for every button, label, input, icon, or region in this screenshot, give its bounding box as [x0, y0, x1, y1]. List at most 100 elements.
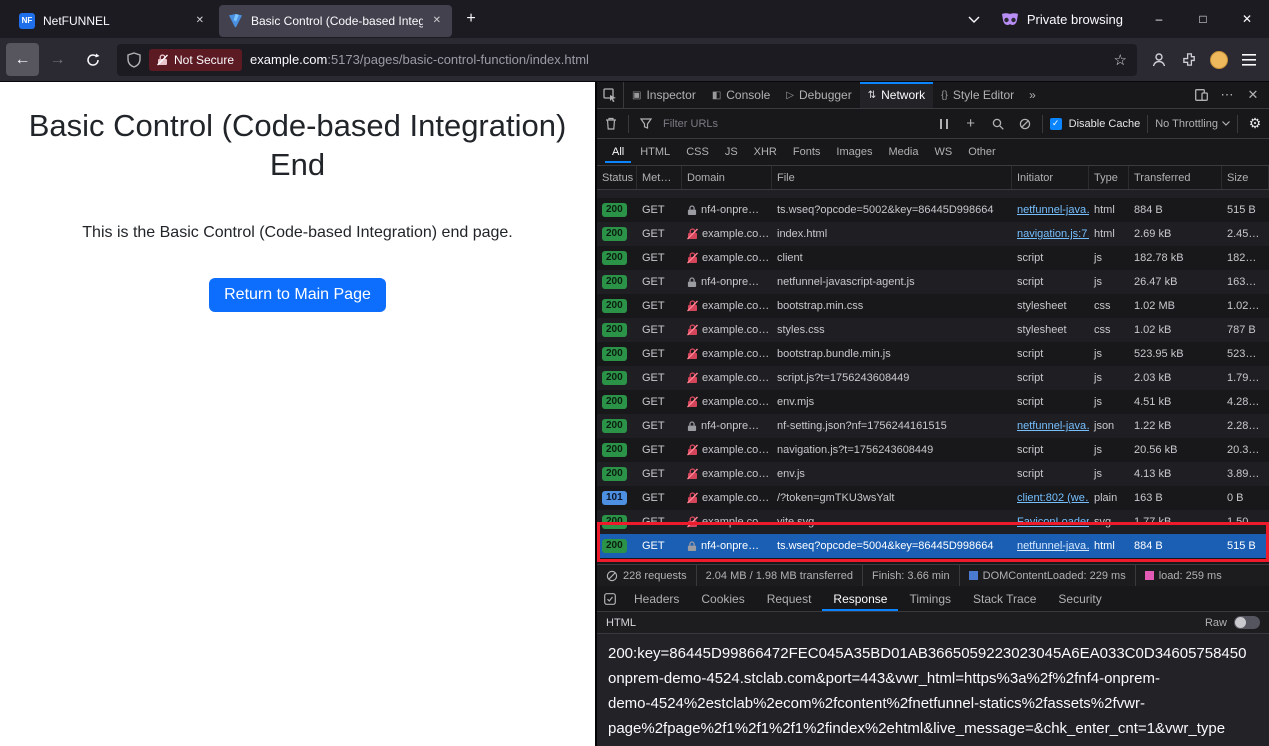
detail-tab-headers[interactable]: Headers — [623, 586, 690, 611]
extensions-icon[interactable] — [1175, 46, 1203, 74]
initiator-link[interactable]: netfunnel-java… — [1017, 204, 1089, 216]
cell-transferred: 1.02 MB — [1129, 294, 1222, 318]
filter-xhr[interactable]: XHR — [747, 141, 784, 163]
tracking-shield-icon[interactable] — [127, 52, 141, 68]
detail-tab-cookies[interactable]: Cookies — [690, 586, 755, 611]
detail-tab-security[interactable]: Security — [1047, 586, 1112, 611]
devtools-tab-console[interactable]: ◧Console — [704, 82, 778, 108]
network-request-row[interactable]: 101GETexample.co…/?token=gmTKU3wsYaltcli… — [597, 486, 1269, 510]
responsive-design-icon[interactable] — [1189, 83, 1213, 107]
details-pane-icon[interactable] — [597, 586, 623, 611]
devtools-tab-debugger[interactable]: ▷Debugger — [778, 82, 859, 108]
network-request-row[interactable]: 200GETnf4-onpre…netfunnel-javascript-age… — [597, 270, 1269, 294]
filter-images[interactable]: Images — [829, 141, 879, 163]
filter-media[interactable]: Media — [881, 141, 925, 163]
column-header-method[interactable]: Met… — [637, 166, 682, 189]
tab-close-icon[interactable]: ✕ — [431, 13, 443, 28]
throttling-dropdown[interactable]: No Throttling — [1155, 118, 1230, 130]
filter-js[interactable]: JS — [718, 141, 745, 163]
detail-tab-response[interactable]: Response — [822, 586, 898, 611]
network-request-row[interactable]: 200GETexample.co…bootstrap.min.cssstyles… — [597, 294, 1269, 318]
not-secure-badge[interactable]: Not Secure — [149, 49, 242, 71]
detail-tab-request[interactable]: Request — [756, 586, 823, 611]
pause-recording-icon[interactable] — [934, 114, 954, 134]
network-request-row[interactable]: 200GETexample.co…clientscriptjs182.78 kB… — [597, 246, 1269, 270]
list-all-tabs-icon[interactable] — [961, 6, 987, 32]
column-header-size[interactable]: Size — [1222, 166, 1269, 189]
performance-analysis-icon[interactable]: 228 requests — [597, 565, 697, 586]
return-main-page-button[interactable]: Return to Main Page — [209, 278, 386, 312]
network-request-row[interactable]: 200GETexample.co…bootstrap.bundle.min.js… — [597, 342, 1269, 366]
filter-other[interactable]: Other — [961, 141, 1003, 163]
account-permissions-icon[interactable] — [1145, 46, 1173, 74]
detail-tab-stack-trace[interactable]: Stack Trace — [962, 586, 1047, 611]
back-button[interactable]: ← — [6, 43, 39, 76]
url-bar[interactable]: Not Secure example.com:5173/pages/basic-… — [117, 44, 1137, 76]
network-request-row[interactable]: 200GETnf4-onpre…ts.wseq?opcode=5002&key=… — [597, 198, 1269, 222]
initiator-link[interactable]: netfunnel-java… — [1017, 420, 1089, 432]
network-request-row[interactable]: 200GETexample.co…vite.svgFaviconLoader…s… — [597, 510, 1269, 534]
forward-button[interactable]: → — [41, 43, 74, 76]
tab-netfunnel[interactable]: NF NetFUNNEL ✕ — [10, 5, 215, 37]
devtools-tab-inspector[interactable]: ▣Inspector — [624, 82, 704, 108]
network-request-row[interactable]: 200GETnf4-onpre…ts.wseq?opcode=5004&key=… — [597, 534, 1269, 558]
bookmark-star-icon[interactable]: ☆ — [1114, 51, 1127, 69]
new-request-icon[interactable]: + — [961, 114, 981, 134]
load-swatch — [1145, 571, 1154, 580]
new-tab-button[interactable]: + — [458, 6, 484, 32]
column-header-type[interactable]: Type — [1089, 166, 1129, 189]
cell-type: svg — [1089, 510, 1129, 534]
console-icon: ◧ — [712, 90, 721, 101]
initiator-link[interactable]: navigation.js:7… — [1017, 228, 1089, 240]
minimize-button[interactable]: – — [1137, 0, 1181, 38]
cell-domain: nf4-onpre… — [682, 414, 772, 438]
clear-requests-icon[interactable] — [601, 114, 621, 134]
filter-fonts[interactable]: Fonts — [786, 141, 828, 163]
initiator-link[interactable]: netfunnel-java… — [1017, 540, 1089, 552]
devtools-tab-network[interactable]: ⇅Network — [860, 82, 933, 108]
column-header-status[interactable]: Status — [597, 166, 637, 189]
profile-avatar[interactable] — [1205, 46, 1233, 74]
column-header-file[interactable]: File — [772, 166, 1012, 189]
devtools-close-icon[interactable]: ✕ — [1241, 83, 1265, 107]
not-secure-label: Not Secure — [174, 53, 234, 67]
network-request-row[interactable]: 200GETexample.co…index.htmlnavigation.js… — [597, 222, 1269, 246]
filter-all[interactable]: All — [605, 141, 631, 163]
devtools-meatball-menu-icon[interactable]: ⋯ — [1215, 83, 1239, 107]
app-menu-icon[interactable] — [1235, 46, 1263, 74]
network-request-row[interactable]: 200GETexample.co…env.jsscriptjs4.13 kB3.… — [597, 462, 1269, 486]
network-request-row[interactable]: 200GETexample.co…env.mjsscriptjs4.51 kB4… — [597, 390, 1269, 414]
column-header-initiator[interactable]: Initiator — [1012, 166, 1089, 189]
network-request-row[interactable]: 200GETexample.co…navigation.js?t=1756243… — [597, 438, 1269, 462]
block-requests-icon[interactable] — [1015, 114, 1035, 134]
network-request-row[interactable]: 200GETexample.co…styles.cssstylesheetcss… — [597, 318, 1269, 342]
url-text[interactable]: example.com:5173/pages/basic-control-fun… — [250, 52, 1106, 67]
filter-urls-input[interactable] — [663, 118, 927, 130]
detail-tab-timings[interactable]: Timings — [898, 586, 962, 611]
devtools-tab-label: Debugger — [799, 88, 852, 102]
pick-element-icon[interactable] — [597, 82, 624, 108]
initiator-link[interactable]: FaviconLoader… — [1017, 516, 1089, 528]
filter-css[interactable]: CSS — [679, 141, 716, 163]
search-icon[interactable] — [988, 114, 1008, 134]
devtools-tab-style-editor[interactable]: {}Style Editor — [933, 82, 1022, 108]
column-header-transferred[interactable]: Transferred — [1129, 166, 1222, 189]
disable-cache-label[interactable]: Disable Cache — [1069, 118, 1141, 130]
reload-button[interactable] — [76, 43, 109, 76]
filter-html[interactable]: HTML — [633, 141, 677, 163]
network-settings-gear-icon[interactable]: ⚙ — [1245, 114, 1265, 134]
devtools-toolbox-tabs: ▣Inspector◧Console▷Debugger⇅Network{}Sty… — [597, 82, 1269, 109]
network-request-row[interactable]: 200GETexample.co…script.js?t=17562436084… — [597, 366, 1269, 390]
throttling-value: No Throttling — [1155, 118, 1218, 130]
maximize-button[interactable]: □ — [1181, 0, 1225, 38]
initiator-link[interactable]: client:802 (we… — [1017, 492, 1089, 504]
more-tools-chevron-icon[interactable]: » — [1022, 82, 1043, 108]
column-header-domain[interactable]: Domain — [682, 166, 772, 189]
raw-toggle[interactable] — [1234, 616, 1260, 629]
filter-ws[interactable]: WS — [927, 141, 959, 163]
network-request-row[interactable]: 200GETnf4-onpre…nf-setting.json?nf=17562… — [597, 414, 1269, 438]
tab-close-icon[interactable]: ✕ — [194, 13, 206, 28]
disable-cache-checkbox[interactable]: ✓ — [1050, 118, 1062, 130]
close-window-button[interactable]: ✕ — [1225, 0, 1269, 38]
tab-basic-control[interactable]: Basic Control (Code-based Integration) ✕ — [219, 5, 452, 37]
